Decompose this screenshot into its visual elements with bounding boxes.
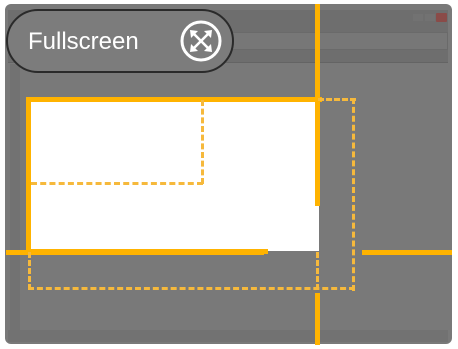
snap-layout-overlay: Fullscreen — [0, 0, 458, 349]
snap-zone-large-bottom — [28, 287, 355, 290]
snap-zone-large-center — [316, 252, 319, 290]
fullscreen-label: Fullscreen — [28, 28, 139, 55]
snap-guide-horizontal-left — [6, 250, 264, 255]
snapped-window-preview — [30, 100, 319, 251]
snap-zone-large-left — [28, 252, 31, 290]
expand-arrows-icon — [180, 20, 222, 62]
fullscreen-button[interactable]: Fullscreen — [6, 9, 234, 73]
snap-zone-quarter-right — [201, 100, 204, 184]
background-window-sidebar — [10, 64, 20, 334]
snap-zone-large-top — [318, 98, 356, 101]
background-window-statusbar — [8, 330, 448, 342]
background-minimize-button — [413, 14, 423, 21]
snap-guide-top-edge — [26, 97, 322, 102]
background-maximize-button — [425, 14, 435, 21]
background-close-button — [436, 13, 447, 22]
background-window-toolbar — [200, 32, 448, 50]
snap-guide-horizontal-right — [362, 250, 452, 255]
snap-guide-vertical-upper — [315, 4, 320, 206]
snap-guide-vertical-lower — [315, 293, 320, 345]
snap-guide-left-edge — [26, 97, 31, 254]
snap-zone-large-right — [352, 98, 355, 291]
snap-zone-quarter-bottom — [31, 182, 203, 185]
